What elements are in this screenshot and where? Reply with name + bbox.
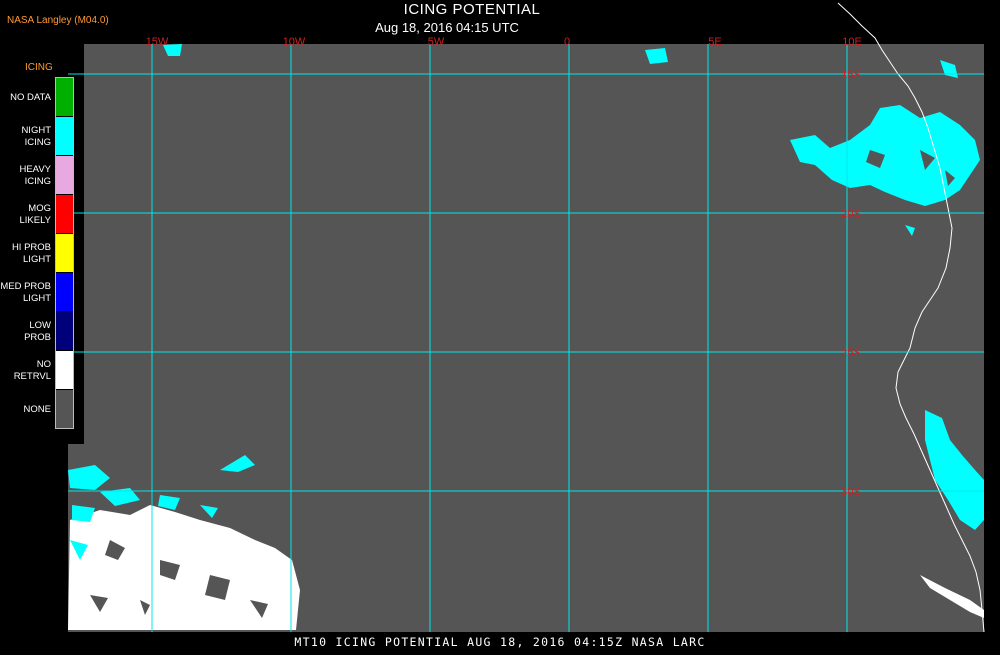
legend-item-label: MED PROB LIGHT	[0, 273, 51, 312]
legend-label-line: MED PROB	[0, 280, 51, 292]
lat-label: 15S	[841, 69, 861, 81]
legend-item-label: NIGHT ICING	[0, 117, 51, 156]
legend-label-line: LIGHT	[23, 253, 51, 265]
legend-item-label: NO RETRVL	[0, 351, 51, 390]
legend-title: ICING	[25, 62, 53, 73]
lon-label: 0	[564, 36, 570, 48]
legend-label-line: NO DATA	[10, 91, 51, 103]
legend-item-label: LOW PROB	[0, 312, 51, 351]
lat-label: 20S	[841, 208, 861, 220]
lon-label: 15W	[146, 36, 169, 48]
lon-label: 10W	[283, 36, 306, 48]
legend-item-label: NONE	[0, 390, 51, 429]
legend-label-line: HEAVY	[19, 163, 51, 175]
lon-label: 5E	[708, 36, 721, 48]
legend-item-label: NO DATA	[0, 78, 51, 117]
footer-caption: MT10 ICING POTENTIAL AUG 18, 2016 04:15Z…	[294, 635, 706, 649]
legend-label-line: NONE	[23, 403, 51, 415]
legend-label-line: PROB	[24, 331, 51, 343]
legend-label-line: LIKELY	[19, 214, 51, 226]
legend-item-label: HI PROB LIGHT	[0, 234, 51, 273]
timestamp-subtitle: Aug 18, 2016 04:15 UTC	[375, 20, 519, 35]
lon-label: 10E	[842, 36, 862, 48]
legend-label-line: LIGHT	[23, 292, 51, 304]
map-view: 15W 10W 5W 0 5E 10E 15S 20S 25S 30S	[0, 0, 1000, 650]
legend-label-line: RETRVL	[13, 370, 51, 382]
legend-label-line: NIGHT	[21, 124, 51, 136]
legend-label-line: ICING	[24, 136, 51, 148]
legend-label-line: ICING	[24, 175, 51, 187]
page-title: ICING POTENTIAL	[403, 1, 541, 18]
satellite-map: 15W 10W 5W 0 5E 10E 15S 20S 25S 30S	[0, 2, 985, 633]
legend-item-label: MOG LIKELY	[0, 195, 51, 234]
legend-label-line: HI PROB	[11, 241, 51, 253]
legend-label-line: MOG	[28, 202, 51, 214]
legend-label-line: LOW	[29, 319, 51, 331]
lon-label: 5W	[428, 36, 445, 48]
legend-border	[55, 77, 74, 429]
lat-label: 30S	[841, 486, 861, 498]
legend-item-label: HEAVY ICING	[0, 156, 51, 195]
lat-label: 25S	[841, 347, 861, 359]
legend-label-line: NO	[36, 358, 51, 370]
